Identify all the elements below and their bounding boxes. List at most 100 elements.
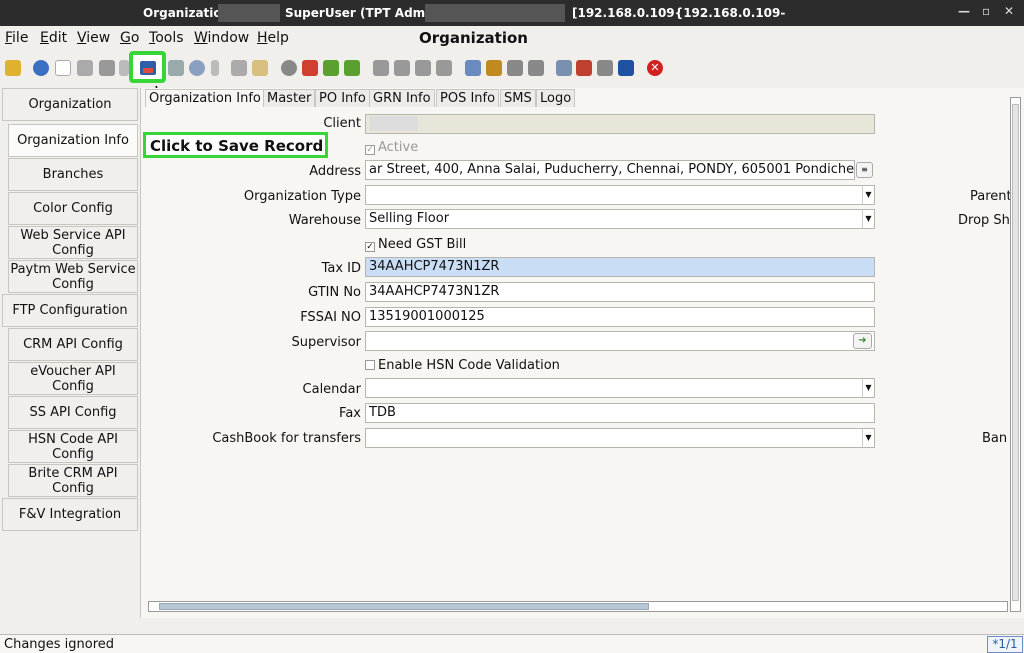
tax-id-field[interactable]: 34AAHCP7473N1ZR (365, 257, 875, 277)
forward-icon[interactable] (344, 60, 360, 76)
last-record-icon[interactable] (436, 60, 452, 76)
fssai-field[interactable]: 13519001000125 (365, 307, 875, 327)
exit-icon[interactable]: ✕ (647, 60, 663, 76)
org-type-select[interactable]: ▼ (365, 185, 875, 205)
workflow-icon[interactable] (576, 60, 592, 76)
address-label: Address (309, 164, 361, 179)
warehouse-value: Selling Floor (369, 211, 450, 226)
nav-ss-api-config[interactable]: SS API Config (8, 396, 138, 429)
window-titlebar: Organization SuperUser (TPT Admin) @ [19… (0, 0, 1024, 26)
menu-go[interactable]: Go (120, 30, 139, 46)
restore-icon[interactable]: ▫ (982, 4, 990, 18)
tab-sms[interactable]: SMS (500, 89, 536, 107)
nav-evoucher-api-config[interactable]: eVoucher API Config (8, 362, 138, 395)
nav-web-service-api-config[interactable]: Web Service API Config (8, 226, 138, 259)
tab-grn-info[interactable]: GRN Info (369, 89, 435, 107)
save-button[interactable] (129, 51, 166, 83)
minimize-icon[interactable]: — (958, 4, 970, 18)
gtin-field[interactable]: 34AAHCP7473N1ZR (365, 282, 875, 302)
nav-crm-api-config[interactable]: CRM API Config (8, 328, 138, 361)
delete-selection-icon[interactable] (119, 60, 129, 76)
nav-fv-integration[interactable]: F&V Integration (2, 498, 138, 531)
chevron-down-icon: ▼ (862, 379, 874, 397)
left-nav-panel: Organization Organization Info Branches … (0, 88, 140, 618)
horizontal-scroll-thumb[interactable] (159, 603, 649, 610)
nav-organization[interactable]: Organization (2, 88, 138, 121)
nav-paytm-web-service-config[interactable]: Paytm Web Service Config (8, 260, 138, 293)
chevron-down-icon: ▼ (862, 186, 874, 204)
report-icon[interactable] (281, 60, 297, 76)
tab-master[interactable]: Master (263, 89, 316, 107)
nav-ftp-configuration[interactable]: FTP Configuration (2, 294, 138, 327)
chat-icon[interactable] (231, 60, 247, 76)
back-icon[interactable] (323, 60, 339, 76)
menu-view[interactable]: View (77, 30, 110, 46)
address-lookup-button[interactable]: ≡ (856, 162, 873, 178)
window-title-server: [192.168.0.109{192.168.0.109- (572, 6, 786, 20)
need-gst-bill-checkbox[interactable]: ✓ Need GST Bill (365, 237, 466, 252)
zoom-icon[interactable] (556, 60, 572, 76)
org-type-label: Organization Type (243, 189, 361, 204)
tab-pos-info[interactable]: POS Info (436, 89, 500, 107)
record-count[interactable]: *1/1 (987, 636, 1023, 653)
refresh-icon[interactable] (168, 60, 184, 76)
process-icon[interactable] (597, 60, 613, 76)
supervisor-lookup-icon[interactable]: ➜ (853, 333, 872, 349)
tab-logo[interactable]: Logo (536, 89, 576, 107)
nav-brite-crm-api-config[interactable]: Brite CRM API Config (8, 464, 138, 497)
vertical-scroll-thumb[interactable] (1012, 104, 1019, 601)
product-info-icon[interactable] (618, 60, 634, 76)
screen-title: Organization (419, 29, 528, 47)
menu-window[interactable]: Window (194, 30, 249, 46)
supervisor-field[interactable] (365, 331, 875, 351)
fax-field[interactable]: TDB (365, 403, 875, 423)
warehouse-select[interactable]: Selling Floor ▼ (365, 209, 875, 229)
bank-label: Ban (982, 431, 1008, 446)
undo-icon[interactable] (5, 60, 21, 76)
print-all-icon[interactable] (528, 60, 544, 76)
first-record-icon[interactable] (373, 60, 389, 76)
gst-checkmark-icon: ✓ (365, 242, 375, 252)
close-window-icon[interactable]: ✕ (1004, 4, 1014, 18)
print-preview-icon[interactable] (465, 60, 481, 76)
status-bar: Changes ignored *1/1 (0, 634, 1024, 653)
menu-tools[interactable]: Tools (149, 30, 184, 46)
active-checkbox[interactable]: ✓ Active (365, 140, 418, 155)
client-field[interactable] (365, 114, 875, 134)
archive-icon[interactable] (486, 60, 502, 76)
hsn-box-icon (365, 360, 375, 370)
delete-icon[interactable] (99, 60, 115, 76)
enable-hsn-checkbox[interactable]: Enable HSN Code Validation (365, 358, 560, 373)
redacted-block (218, 4, 280, 22)
menu-edit[interactable]: Edit (40, 30, 67, 46)
attachment-icon[interactable] (211, 60, 219, 76)
nav-branches[interactable]: Branches (8, 158, 138, 191)
nav-organization-info[interactable]: Organization Info (8, 124, 138, 157)
menu-help[interactable]: Help (257, 30, 289, 46)
address-field[interactable]: ar Street, 400, Anna Salai, Puducherry, … (365, 160, 855, 180)
previous-record-icon[interactable] (394, 60, 410, 76)
history-icon[interactable] (252, 60, 268, 76)
help-icon[interactable] (33, 60, 49, 76)
calendar-select[interactable]: ▼ (365, 378, 875, 398)
tab-po-info[interactable]: PO Info (315, 89, 370, 107)
cashbook-select[interactable]: ▼ (365, 428, 875, 448)
home-icon[interactable] (302, 60, 318, 76)
print-icon[interactable] (507, 60, 523, 76)
calendar-label: Calendar (302, 382, 361, 397)
next-record-icon[interactable] (415, 60, 431, 76)
redacted-block (425, 4, 565, 22)
warehouse-label: Warehouse (288, 213, 361, 228)
horizontal-scrollbar[interactable] (148, 601, 1008, 612)
copy-record-icon[interactable] (77, 60, 93, 76)
gtin-label: GTIN No (308, 285, 361, 300)
new-record-icon[interactable] (55, 60, 71, 76)
tab-organization-info[interactable]: Organization Info (145, 89, 265, 107)
nav-color-config[interactable]: Color Config (8, 192, 138, 225)
nav-hsn-code-api-config[interactable]: HSN Code API Config (8, 430, 138, 463)
vertical-scrollbar[interactable] (1010, 97, 1021, 612)
need-gst-bill-label: Need GST Bill (378, 237, 467, 252)
supervisor-label: Supervisor (291, 335, 361, 350)
menu-file[interactable]: File (5, 30, 28, 46)
find-icon[interactable] (189, 60, 205, 76)
